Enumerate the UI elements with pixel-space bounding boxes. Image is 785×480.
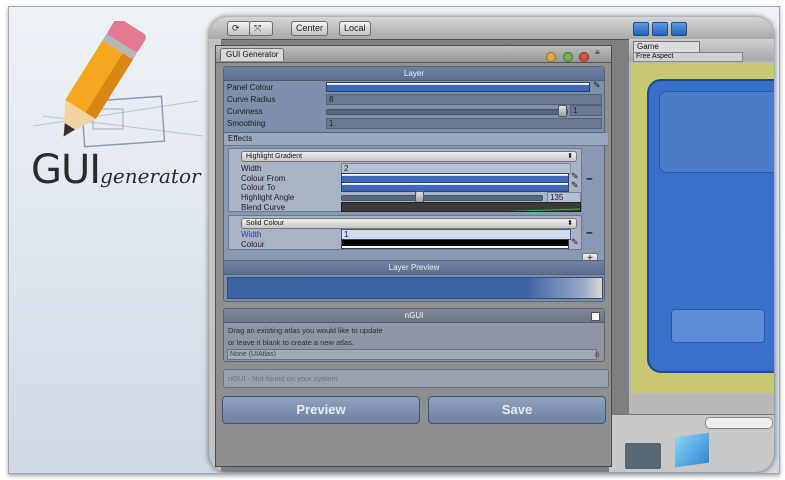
atlas-field[interactable]: None (UIAtlas) <box>227 349 597 360</box>
blend-curve-field[interactable] <box>341 202 581 212</box>
smoothing-field[interactable]: 1 <box>326 118 602 129</box>
screenshot-frame: GUIgenerator ⟳ ⤧ Center Local Game Free … <box>8 6 780 474</box>
dropdown-arrow-icon: ⬍ <box>567 220 573 227</box>
logo-text-small: generator <box>100 164 201 188</box>
effect-type-dropdown[interactable]: Highlight Gradient ⬍ <box>241 151 577 162</box>
colour-to-label: Colour To <box>241 183 276 192</box>
close-icon[interactable] <box>579 52 589 62</box>
space-label: Local <box>344 23 366 33</box>
logo-text-big: GUI <box>31 147 101 193</box>
blend-curve-graph <box>506 208 580 211</box>
highlight-angle-label: Highlight Angle <box>241 193 295 202</box>
window-tab-bar: GUI Generator ≡ <box>216 46 611 63</box>
panel-colour-field[interactable] <box>326 82 590 92</box>
colour-field[interactable] <box>341 239 569 249</box>
rendered-panel <box>647 79 774 373</box>
pivot-center-button[interactable]: Center <box>291 21 329 36</box>
curviness-slider-knob[interactable] <box>558 105 567 117</box>
tab-gui-generator[interactable]: GUI Generator <box>220 48 285 61</box>
curviness-slider[interactable] <box>326 109 568 115</box>
curviness-field[interactable]: 1 <box>570 105 602 116</box>
curve-radius-field[interactable]: 8 <box>326 94 602 105</box>
aspect-label: Free Aspect <box>636 53 674 60</box>
maximize-icon[interactable] <box>562 52 573 62</box>
pause-button[interactable] <box>652 22 668 36</box>
effect-type-dropdown[interactable]: Solid Colour ⬍ <box>241 218 577 229</box>
folder-icon[interactable] <box>625 443 661 469</box>
layer-header: Layer <box>224 67 604 81</box>
colour-from-label: Colour From <box>241 174 286 183</box>
pivot-label: Center <box>296 23 324 33</box>
eyedropper-icon[interactable]: ✎ <box>571 180 579 191</box>
ngui-instruction-2: or leave it blank to create a new atlas. <box>228 338 354 347</box>
rotate-tool-button[interactable]: ⟳ <box>227 21 251 36</box>
blend-curve-label: Blend Curve <box>241 203 286 212</box>
gui-generator-window: GUI Generator ≡ Layer Panel Colour ✎ Cur… <box>215 45 612 467</box>
ngui-section: nGUI Drag an existing atlas you would li… <box>223 308 605 362</box>
effects-section: Effects Highlight Gradient ⬍ Width 2 Colo… <box>223 132 608 268</box>
cube-icon[interactable] <box>675 432 709 468</box>
layer-preview-section: Layer Preview <box>223 260 605 302</box>
panel-colour-label: Panel Colour <box>227 83 274 92</box>
effect-highlight-gradient: Highlight Gradient ⬍ Width 2 Colour From … <box>228 148 582 212</box>
tab-game[interactable]: Game <box>633 41 700 52</box>
game-view <box>631 63 774 393</box>
project-panel <box>609 414 774 472</box>
curviness-label: Curviness <box>227 107 263 116</box>
remove-effect-button[interactable]: – <box>586 171 593 185</box>
width-label: Width <box>241 230 262 239</box>
object-picker-icon[interactable]: ⊙ <box>594 351 600 359</box>
game-tab-bar: Game Free Aspect <box>629 39 774 62</box>
play-button[interactable] <box>633 22 649 36</box>
minimize-icon[interactable] <box>546 52 557 62</box>
rendered-inner-panel <box>659 91 774 173</box>
smoothing-label: Smoothing <box>227 119 266 128</box>
save-button[interactable]: Save <box>428 396 606 424</box>
effect-type-label: Highlight Gradient <box>246 153 303 160</box>
rendered-button <box>671 309 765 343</box>
aspect-dropdown[interactable]: Free Aspect <box>633 52 743 62</box>
ngui-instruction-1: Drag an existing atlas you would like to… <box>228 326 383 335</box>
step-button[interactable] <box>671 22 687 36</box>
window-tab-label: GUI Generator <box>226 50 279 59</box>
dropdown-arrow-icon: ⬍ <box>567 153 573 160</box>
window-menu-icon[interactable]: ≡ <box>595 48 607 58</box>
ngui-status: nGUI - Not found on your system <box>223 369 609 388</box>
effect-type-label: Solid Colour <box>246 220 285 227</box>
curve-radius-label: Curve Radius <box>227 95 276 104</box>
colour-to-field[interactable] <box>341 182 569 192</box>
ngui-checkbox[interactable] <box>591 312 600 321</box>
layer-preview-header: Layer Preview <box>224 261 604 275</box>
colour-label: Colour <box>241 240 265 249</box>
scale-tool-button[interactable]: ⤧ <box>249 21 273 36</box>
game-panel: Game Free Aspect <box>629 39 774 414</box>
layer-preview-image <box>227 277 603 299</box>
eyedropper-icon[interactable]: ✎ <box>571 237 579 248</box>
effect-solid-colour: Solid Colour ⬍ Width 1 Colour ✎ <box>228 215 582 250</box>
logo-wordmark: GUIgenerator <box>31 147 201 193</box>
effects-header: Effects <box>224 133 608 146</box>
eyedropper-icon[interactable]: ✎ <box>593 80 601 91</box>
remove-effect-button[interactable]: – <box>586 225 593 239</box>
pivot-local-button[interactable]: Local <box>339 21 371 36</box>
project-search-input[interactable] <box>705 417 773 429</box>
highlight-angle-slider[interactable] <box>341 195 543 201</box>
width-label: Width <box>241 164 262 173</box>
editor-toolbar: ⟳ ⤧ Center Local <box>209 17 774 40</box>
game-tab-label: Game <box>637 42 659 51</box>
preview-button[interactable]: Preview <box>222 396 420 424</box>
ngui-header: nGUI <box>224 309 604 323</box>
window-controls <box>544 49 589 67</box>
